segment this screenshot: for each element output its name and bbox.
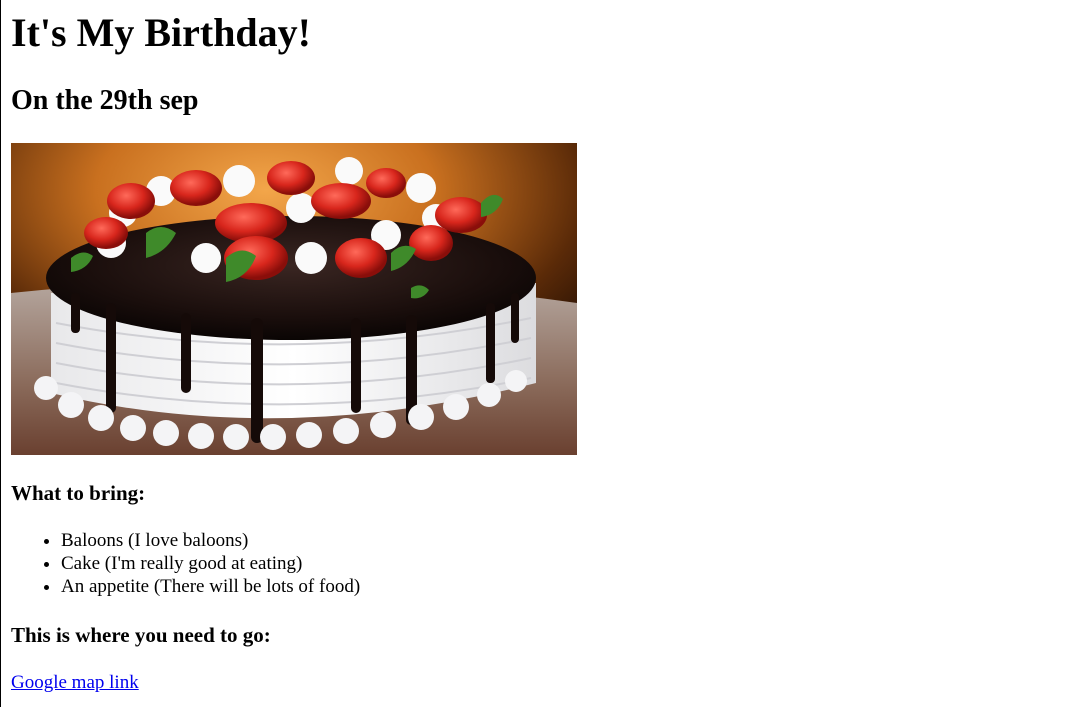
bring-item-baloons: Baloons (I love baloons) bbox=[61, 529, 360, 552]
google-map-link[interactable]: Google map link bbox=[11, 671, 139, 695]
bring-item-appetite: An appetite (There will be lots of food) bbox=[61, 575, 360, 598]
page-title: It's My Birthday! bbox=[11, 10, 311, 55]
cake-image bbox=[11, 143, 577, 455]
bring-heading: What to bring: bbox=[11, 481, 146, 505]
bring-list: Baloons (I love baloons) Cake (I'm reall… bbox=[11, 529, 360, 598]
page-subtitle: On the 29th sep bbox=[11, 85, 199, 116]
bring-item-cake: Cake (I'm really good at eating) bbox=[61, 552, 360, 575]
directions-heading: This is where you need to go: bbox=[11, 623, 271, 647]
